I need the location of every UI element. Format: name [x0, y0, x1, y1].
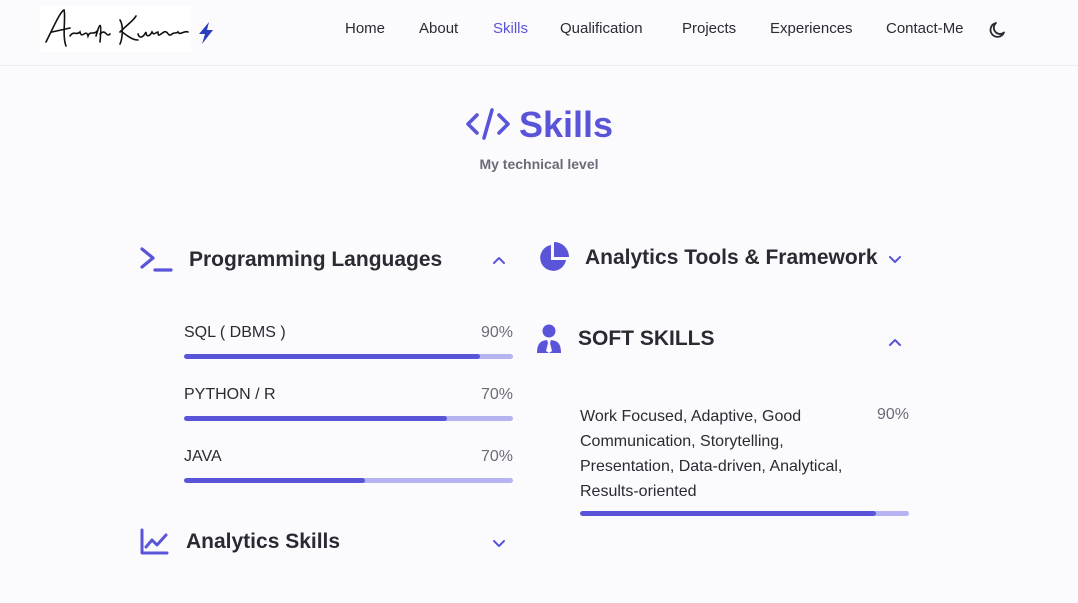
- soft-skills-percent: 90%: [876, 406, 909, 423]
- skill-bar-fill: [184, 478, 365, 483]
- nav-skills[interactable]: Skills: [493, 20, 528, 37]
- skill-bar-fill: [184, 354, 481, 359]
- skill-name: JAVA: [184, 448, 222, 465]
- programming-languages-header[interactable]: Programming Languages: [139, 246, 442, 274]
- skill-name: PYTHON / R: [184, 386, 276, 403]
- skill-percent: 90%: [480, 324, 513, 341]
- soft-skills-description: Work Focused, Adaptive, Good Communicati…: [580, 408, 843, 500]
- nav-contact-me[interactable]: Contact-Me: [886, 20, 964, 37]
- nav-home[interactable]: Home: [345, 20, 385, 37]
- section-subtitle: My technical level: [479, 156, 599, 172]
- chevron-down-icon[interactable]: [491, 538, 507, 550]
- soft-skills-bar: [580, 511, 909, 516]
- user-tie-icon: [537, 324, 561, 353]
- moon-icon[interactable]: [988, 20, 1008, 40]
- section-title-text: Skills: [518, 104, 614, 145]
- chevron-down-icon[interactable]: [887, 254, 903, 266]
- soft-skills-bar-fill: [580, 511, 877, 516]
- skill-percent: 70%: [480, 386, 513, 403]
- terminal-icon: [140, 247, 173, 272]
- navbar: Home About Skills Qualification Projects…: [0, 0, 1078, 66]
- chevron-up-icon[interactable]: [887, 336, 903, 348]
- pie-chart-icon: [540, 242, 569, 271]
- nav-experiences[interactable]: Experiences: [770, 20, 853, 37]
- skill-bar: [184, 416, 513, 421]
- nav-about[interactable]: About: [419, 20, 458, 37]
- skill-percent: 70%: [480, 448, 513, 465]
- analytics-skills-title: Analytics Skills: [186, 530, 341, 553]
- programming-languages-title: Programming Languages: [189, 248, 443, 271]
- line-chart-icon: [140, 528, 169, 555]
- main-nav: Home About Skills Qualification Projects…: [0, 20, 1078, 40]
- chevron-up-icon[interactable]: [491, 254, 507, 266]
- skill-bar: [184, 478, 513, 483]
- analytics-tools-header[interactable]: Analytics Tools & Framework: [537, 242, 878, 274]
- nav-projects[interactable]: Projects: [682, 20, 736, 37]
- soft-skills-title: SOFT SKILLS: [578, 327, 715, 350]
- section-title: Skills: [0, 104, 1078, 146]
- analytics-tools-title: Analytics Tools & Framework: [585, 246, 878, 269]
- nav-qualification[interactable]: Qualification: [560, 20, 643, 37]
- analytics-skills-header[interactable]: Analytics Skills: [139, 528, 340, 556]
- skill-bar-fill: [184, 416, 448, 421]
- skill-name: SQL ( DBMS ): [184, 324, 286, 341]
- code-icon: [466, 108, 510, 140]
- soft-skills-header[interactable]: SOFT SKILLS: [536, 324, 715, 354]
- skill-bar: [184, 354, 513, 359]
